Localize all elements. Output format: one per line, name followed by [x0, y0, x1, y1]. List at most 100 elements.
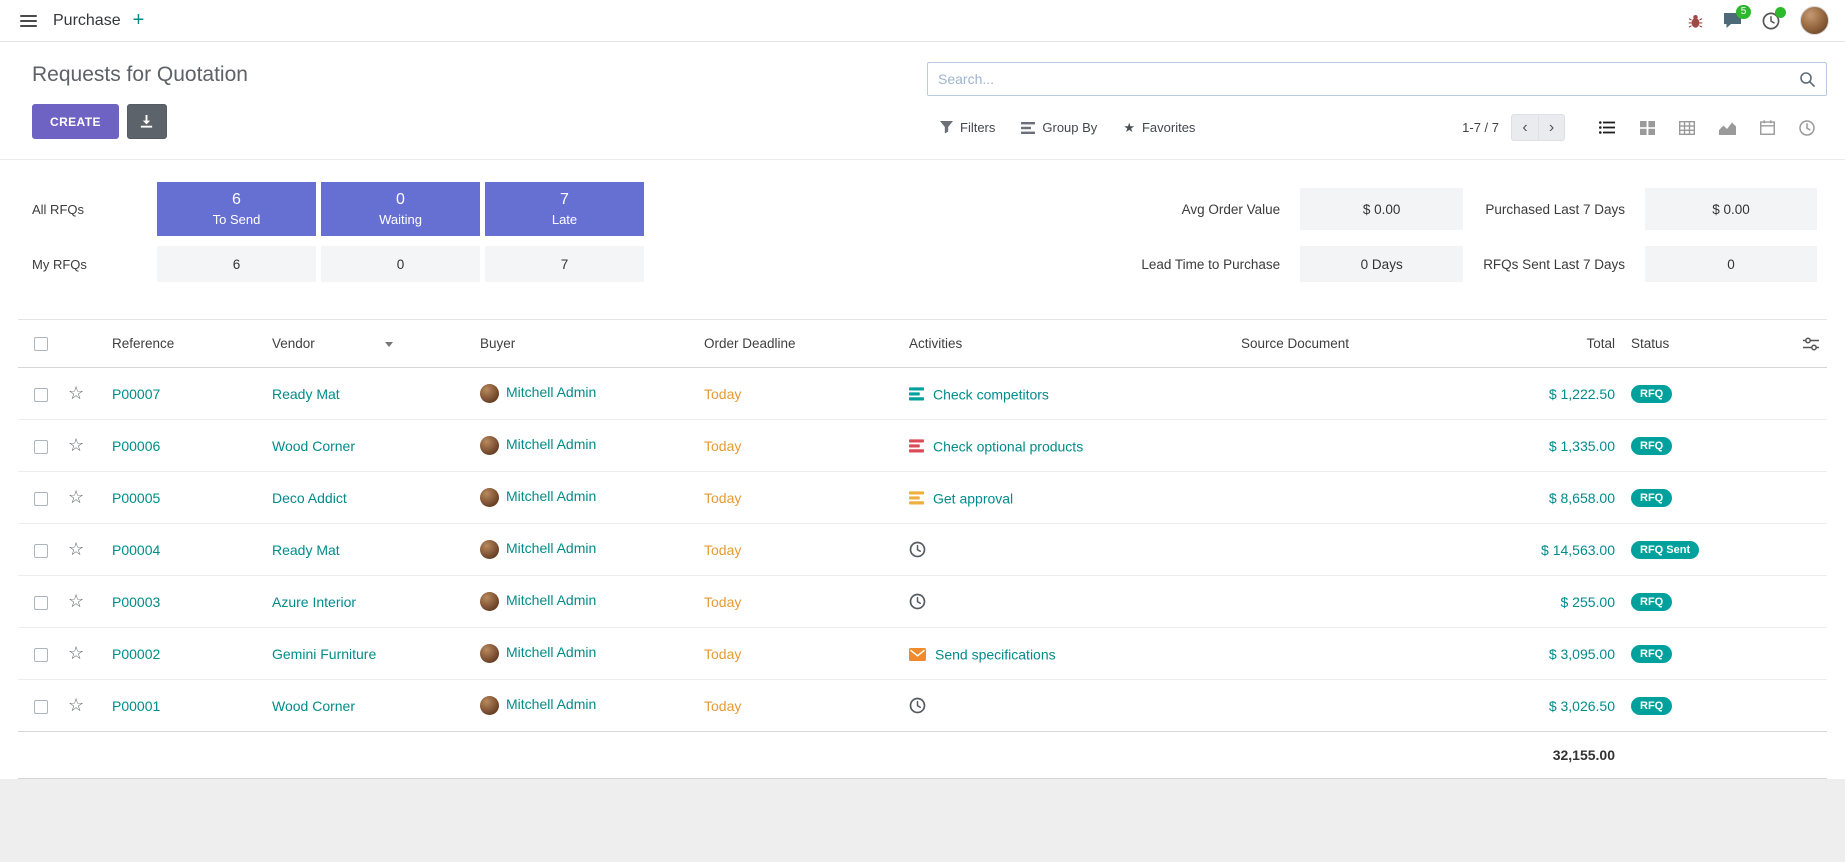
activity-label[interactable]: Get approval	[933, 490, 1013, 506]
user-avatar[interactable]	[1800, 6, 1829, 35]
activities-clock-icon[interactable]	[1762, 12, 1780, 30]
buyer-name[interactable]: Mitchell Admin	[506, 488, 596, 504]
kpi-my-waiting[interactable]: 0	[321, 246, 480, 282]
favorite-star-icon[interactable]: ☆	[68, 591, 84, 611]
reference-link[interactable]: P00007	[112, 386, 160, 402]
plus-icon[interactable]: +	[123, 9, 155, 32]
activity-label[interactable]: Send specifications	[935, 646, 1056, 662]
create-button[interactable]: CREATE	[32, 104, 119, 139]
col-header-deadline[interactable]: Order Deadline	[696, 320, 901, 368]
pager-previous-button[interactable]: ‹	[1511, 114, 1538, 141]
row-checkbox[interactable]	[34, 596, 48, 610]
apps-menu-icon[interactable]	[16, 11, 41, 31]
activities-count-badge	[1775, 7, 1786, 18]
kpi-to-send[interactable]: 6 To Send	[157, 182, 316, 236]
col-header-activities[interactable]: Activities	[901, 320, 1233, 368]
activity-icon[interactable]	[909, 593, 926, 610]
pager-next-button[interactable]: ›	[1538, 114, 1565, 141]
reference-link[interactable]: P00004	[112, 542, 160, 558]
activity-label[interactable]: Check competitors	[933, 386, 1049, 402]
favorite-star-icon[interactable]: ☆	[68, 695, 84, 715]
col-header-buyer[interactable]: Buyer	[472, 320, 696, 368]
table-row[interactable]: ☆ P00007 Ready Mat Mitchell Admin Today …	[18, 368, 1827, 420]
kpi-late[interactable]: 7 Late	[485, 182, 644, 236]
table-row[interactable]: ☆ P00002 Gemini Furniture Mitchell Admin…	[18, 628, 1827, 680]
vendor-link[interactable]: Deco Addict	[272, 490, 347, 506]
activity-label[interactable]: Check optional products	[933, 438, 1083, 454]
activity-icon[interactable]	[909, 648, 926, 661]
table-row[interactable]: ☆ P00005 Deco Addict Mitchell Admin Toda…	[18, 472, 1827, 524]
footer-total: 32,155.00	[1463, 732, 1623, 779]
activity-icon[interactable]	[909, 387, 924, 401]
reference-link[interactable]: P00005	[112, 490, 160, 506]
reference-link[interactable]: P00002	[112, 646, 160, 662]
row-checkbox[interactable]	[34, 648, 48, 662]
buyer-name[interactable]: Mitchell Admin	[506, 384, 596, 400]
dashboard-view-icon	[1799, 120, 1815, 136]
favorites-menu[interactable]: ★ Favorites	[1110, 120, 1208, 136]
view-switch-dashboard[interactable]	[1787, 112, 1827, 143]
favorite-star-icon[interactable]: ☆	[68, 539, 84, 559]
kpi-my-to-send[interactable]: 6	[157, 246, 316, 282]
col-header-status[interactable]: Status	[1623, 320, 1775, 368]
activity-icon[interactable]	[909, 491, 924, 505]
row-checkbox[interactable]	[34, 544, 48, 558]
reference-link[interactable]: P00006	[112, 438, 160, 454]
table-row[interactable]: ☆ P00004 Ready Mat Mitchell Admin Today …	[18, 524, 1827, 576]
row-checkbox[interactable]	[34, 700, 48, 714]
filters-menu[interactable]: Filters	[927, 120, 1008, 135]
vendor-link[interactable]: Azure Interior	[272, 594, 356, 610]
activity-icon[interactable]	[909, 541, 926, 558]
col-header-source[interactable]: Source Document	[1233, 320, 1463, 368]
favorite-star-icon[interactable]: ☆	[68, 383, 84, 403]
buyer-name[interactable]: Mitchell Admin	[506, 592, 596, 608]
vendor-link[interactable]: Wood Corner	[272, 698, 355, 714]
row-checkbox[interactable]	[34, 492, 48, 506]
reference-link[interactable]: P00003	[112, 594, 160, 610]
favorite-star-icon[interactable]: ☆	[68, 643, 84, 663]
messages-icon[interactable]: 5	[1723, 12, 1742, 29]
col-header-reference[interactable]: Reference	[104, 320, 264, 368]
buyer-name[interactable]: Mitchell Admin	[506, 436, 596, 452]
table-row[interactable]: ☆ P00001 Wood Corner Mitchell Admin Toda…	[18, 680, 1827, 732]
view-switch-graph[interactable]	[1707, 112, 1747, 143]
export-button[interactable]	[127, 104, 167, 139]
buyer-name[interactable]: Mitchell Admin	[506, 540, 596, 556]
kpi-my-late[interactable]: 7	[485, 246, 644, 282]
optional-columns-icon[interactable]	[1783, 337, 1819, 351]
vendor-link[interactable]: Ready Mat	[272, 542, 340, 558]
vendor-link[interactable]: Wood Corner	[272, 438, 355, 454]
search-bar[interactable]	[927, 62, 1827, 96]
row-checkbox[interactable]	[34, 388, 48, 402]
col-header-total[interactable]: Total	[1463, 320, 1623, 368]
all-rfqs-label: All RFQs	[32, 202, 152, 217]
table-row[interactable]: ☆ P00003 Azure Interior Mitchell Admin T…	[18, 576, 1827, 628]
select-all-checkbox[interactable]	[34, 337, 48, 351]
app-name-menu[interactable]: Purchase	[53, 12, 121, 30]
rfq-dashboard: All RFQs 6 To Send 0 Waiting 7 Late My R…	[0, 160, 1845, 319]
col-header-vendor[interactable]: Vendor	[264, 320, 472, 368]
favorite-star-icon[interactable]: ☆	[68, 435, 84, 455]
source-document	[1233, 472, 1463, 524]
activity-icon[interactable]	[909, 439, 924, 453]
favorite-star-icon[interactable]: ☆	[68, 487, 84, 507]
vendor-link[interactable]: Gemini Furniture	[272, 646, 376, 662]
sort-caret-icon	[385, 342, 393, 347]
buyer-name[interactable]: Mitchell Admin	[506, 644, 596, 660]
search-icon[interactable]	[1799, 71, 1816, 88]
buyer-name[interactable]: Mitchell Admin	[506, 696, 596, 712]
view-switch-calendar[interactable]	[1747, 112, 1787, 143]
search-input[interactable]	[938, 71, 1799, 87]
order-deadline: Today	[704, 646, 741, 662]
bug-icon[interactable]	[1688, 13, 1703, 29]
reference-link[interactable]: P00001	[112, 698, 160, 714]
activity-icon[interactable]	[909, 697, 926, 714]
view-switch-list[interactable]	[1587, 112, 1627, 143]
group-by-menu[interactable]: Group By	[1008, 120, 1110, 135]
row-checkbox[interactable]	[34, 440, 48, 454]
kpi-waiting[interactable]: 0 Waiting	[321, 182, 480, 236]
table-row[interactable]: ☆ P00006 Wood Corner Mitchell Admin Toda…	[18, 420, 1827, 472]
vendor-link[interactable]: Ready Mat	[272, 386, 340, 402]
view-switch-kanban[interactable]	[1627, 112, 1667, 143]
view-switch-pivot[interactable]	[1667, 112, 1707, 143]
